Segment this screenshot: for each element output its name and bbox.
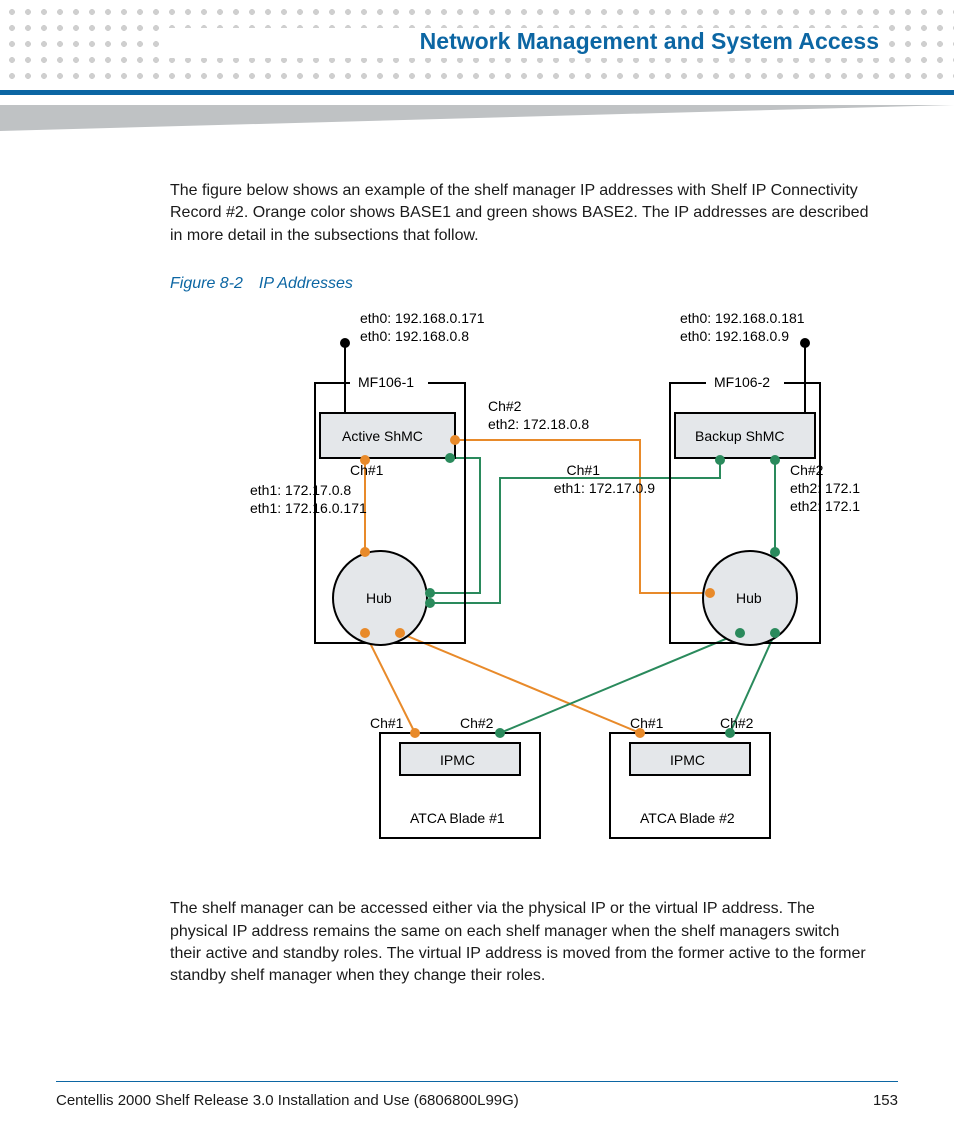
footer-rule	[56, 1081, 898, 1083]
left-eth0-a: eth0: 192.168.0.171	[360, 310, 485, 326]
blade2-ch2: Ch#2	[720, 715, 754, 731]
right-eth0-b: eth0: 192.168.0.9	[680, 328, 789, 344]
ipmc1-label: IPMC	[440, 752, 475, 768]
left-eth1-b: eth1: 172.16.0.171	[250, 500, 367, 516]
header-wedge	[0, 105, 954, 131]
backup-shmc-label: Backup ShMC	[695, 428, 784, 444]
intro-paragraph: The figure below shows an example of the…	[170, 180, 870, 247]
hub2-label: Hub	[736, 590, 762, 606]
right-eth2-b: eth2: 172.16.0.181	[790, 498, 860, 514]
blade2-label: ATCA Blade #2	[640, 810, 735, 826]
mid-eth2: eth2: 172.18.0.8	[488, 416, 589, 432]
blade1-ch1: Ch#1	[370, 715, 404, 731]
figure-caption: Figure 8-2 IP Addresses	[170, 275, 870, 293]
hub1-label: Hub	[366, 590, 392, 606]
right-eth0-a: eth0: 192.168.0.181	[680, 310, 805, 326]
mf106-2-label: MF106-2	[714, 374, 770, 390]
left-eth1-a: eth1: 172.17.0.8	[250, 482, 351, 498]
left-ch1: Ch#1	[350, 462, 384, 478]
left-eth0-b: eth0: 192.168.0.8	[360, 328, 469, 344]
blade1-label: ATCA Blade #1	[410, 810, 505, 826]
mid-eth1: eth1: 172.17.0.9	[554, 480, 655, 496]
footer-doc-title: Centellis 2000 Shelf Release 3.0 Install…	[56, 1092, 519, 1109]
blade2-ch1: Ch#1	[630, 715, 664, 731]
blade1-ch2: Ch#2	[460, 715, 494, 731]
header-rule	[0, 90, 954, 95]
right-ch2: Ch#2	[790, 462, 824, 478]
followup-paragraph: The shelf manager can be accessed either…	[170, 898, 870, 988]
mid-ch2: Ch#2	[488, 398, 522, 414]
ipmc2-label: IPMC	[670, 752, 705, 768]
active-shmc-label: Active ShMC	[342, 428, 423, 444]
mid-ch1-label: Ch#1	[567, 462, 601, 478]
ip-addresses-diagram: MF106-1 MF106-2 Active ShMC Backup ShMC …	[250, 303, 860, 863]
mf106-1-label: MF106-1	[358, 374, 414, 390]
right-eth2-a: eth2: 172.18.0.9	[790, 480, 860, 496]
page-number: 153	[873, 1092, 898, 1109]
page-title: Network Management and System Access	[420, 28, 879, 55]
